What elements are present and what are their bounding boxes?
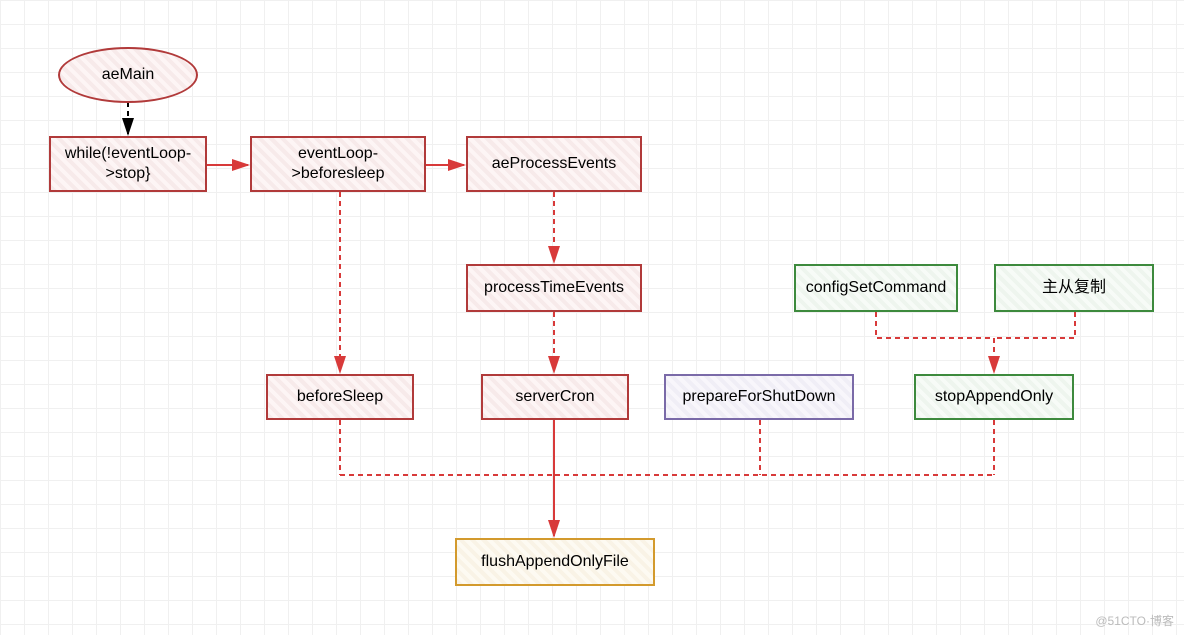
node-servercron: serverCron xyxy=(481,374,629,420)
node-aemain: aeMain xyxy=(58,47,198,103)
node-prepareforshutdown: prepareForShutDown xyxy=(664,374,854,420)
node-configsetcommand: configSetCommand xyxy=(794,264,958,312)
node-masterslave: 主从复制 xyxy=(994,264,1154,312)
node-processtimeevents: processTimeEvents xyxy=(466,264,642,312)
node-beforesleep-ptr: eventLoop->beforesleep xyxy=(250,136,426,192)
node-stopappendonly: stopAppendOnly xyxy=(914,374,1074,420)
node-configsetcommand-label: configSetCommand xyxy=(806,278,947,298)
node-aeprocessevents: aeProcessEvents xyxy=(466,136,642,192)
node-beforesleep-label: beforeSleep xyxy=(297,387,383,407)
node-beforesleep-ptr-label: eventLoop->beforesleep xyxy=(258,144,418,184)
node-aeprocessevents-label: aeProcessEvents xyxy=(492,154,617,174)
diagram-canvas: aeMain while(!eventLoop->stop} eventLoop… xyxy=(0,0,1184,635)
edge-masterslave-stopappend xyxy=(994,312,1075,338)
node-flushappendonlyfile-label: flushAppendOnlyFile xyxy=(481,552,629,572)
node-while-stop: while(!eventLoop->stop} xyxy=(49,136,207,192)
node-beforesleep: beforeSleep xyxy=(266,374,414,420)
node-processtimeevents-label: processTimeEvents xyxy=(484,278,624,298)
node-servercron-label: serverCron xyxy=(515,387,594,407)
node-while-stop-label: while(!eventLoop->stop} xyxy=(57,144,199,184)
node-stopappendonly-label: stopAppendOnly xyxy=(935,387,1053,407)
node-masterslave-label: 主从复制 xyxy=(1042,278,1106,298)
watermark-text: @51CTO·博客 xyxy=(1095,612,1174,629)
node-aemain-label: aeMain xyxy=(102,65,154,85)
node-prepareforshutdown-label: prepareForShutDown xyxy=(683,387,836,407)
node-flushappendonlyfile: flushAppendOnlyFile xyxy=(455,538,655,586)
edge-configset-stopappend xyxy=(876,312,994,372)
